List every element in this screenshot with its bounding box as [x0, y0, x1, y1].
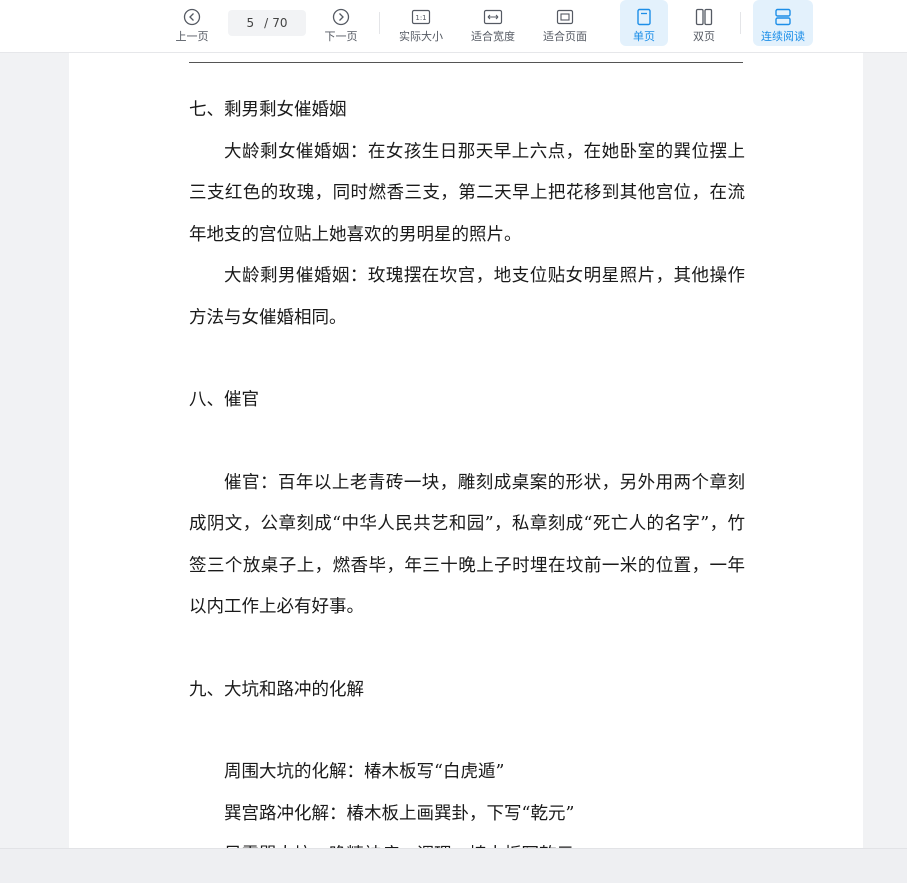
paragraph: 另震巽大坑，晚精神病，调理，椿木板写乾元	[189, 835, 745, 848]
svg-text:1:1: 1:1	[415, 14, 426, 22]
fit-width-icon	[483, 7, 503, 27]
paragraph: 大龄剩男催婚姻：玫瑰摆在坎宫，地支位贴女明星照片，其他操作方法与女催婚相同。	[189, 266, 745, 328]
double-page-icon	[695, 7, 713, 27]
continuous-reading-icon	[774, 7, 792, 27]
paragraph: 巽宫路冲化解：椿木板上画巽卦，下写“乾元”	[224, 803, 575, 824]
chevron-left-circle-icon	[183, 7, 201, 27]
viewer-toolbar: 上一页 5 / 70 下一页 1:1 实际大小 适合宽度 适合页面 单页 双页 …	[0, 0, 907, 53]
actual-size-label: 实际大小	[399, 30, 443, 43]
section-heading: 八、催官	[189, 390, 259, 410]
fit-page-icon	[555, 7, 575, 27]
single-page-icon	[636, 7, 652, 27]
double-page-button[interactable]: 双页	[682, 0, 726, 52]
prev-page-button[interactable]: 上一页	[171, 0, 213, 52]
paragraph: 大龄剩女催婚姻：在女孩生日那天早上六点，在她卧室的巽位摆上三支红色的玫瑰，同时燃…	[189, 141, 745, 245]
page-top-rule	[189, 62, 743, 63]
fit-page-button[interactable]: 适合页面	[538, 0, 592, 52]
single-page-label: 单页	[633, 30, 655, 43]
continuous-reading-label: 连续阅读	[761, 30, 805, 43]
actual-size-button[interactable]: 1:1 实际大小	[394, 0, 448, 52]
current-page-number: 5	[246, 16, 255, 30]
next-page-label: 下一页	[324, 30, 358, 43]
actual-size-icon: 1:1	[411, 7, 431, 27]
toolbar-divider	[740, 12, 741, 34]
paragraph: 周围大坑的化解：椿木板写“白虎遁”	[224, 762, 505, 782]
continuous-reading-button[interactable]: 连续阅读	[753, 0, 813, 46]
document-page: 七、剩男剩女催婚姻 大龄剩女催婚姻：在女孩生日那天早上六点，在她卧室的巽位摆上三…	[69, 52, 863, 848]
single-page-button[interactable]: 单页	[620, 0, 668, 46]
double-page-label: 双页	[693, 30, 715, 43]
paragraph: 催官：百年以上老青砖一块，雕刻成桌案的形状，另外用两个章刻成阴文，公章刻成“中华…	[189, 472, 745, 618]
section-heading: 七、剩男剩女催婚姻	[189, 100, 347, 120]
prev-page-label: 上一页	[175, 30, 209, 43]
toolbar-divider	[379, 12, 380, 34]
page-separator: /	[264, 16, 269, 30]
next-page-button[interactable]: 下一页	[320, 0, 362, 52]
fit-width-label: 适合宽度	[471, 30, 515, 43]
page-number-field[interactable]: 5 / 70	[228, 10, 306, 36]
fit-page-label: 适合页面	[543, 30, 587, 43]
page-content: 七、剩男剩女催婚姻 大龄剩女催婚姻：在女孩生日那天早上六点，在她卧室的巽位摆上三…	[189, 90, 745, 848]
section-heading: 九、大坑和路冲的化解	[189, 679, 364, 700]
fit-width-button[interactable]: 适合宽度	[466, 0, 520, 52]
chevron-right-circle-icon	[332, 7, 350, 27]
bottom-scroll-area	[0, 848, 907, 883]
total-pages: 70	[272, 16, 288, 30]
